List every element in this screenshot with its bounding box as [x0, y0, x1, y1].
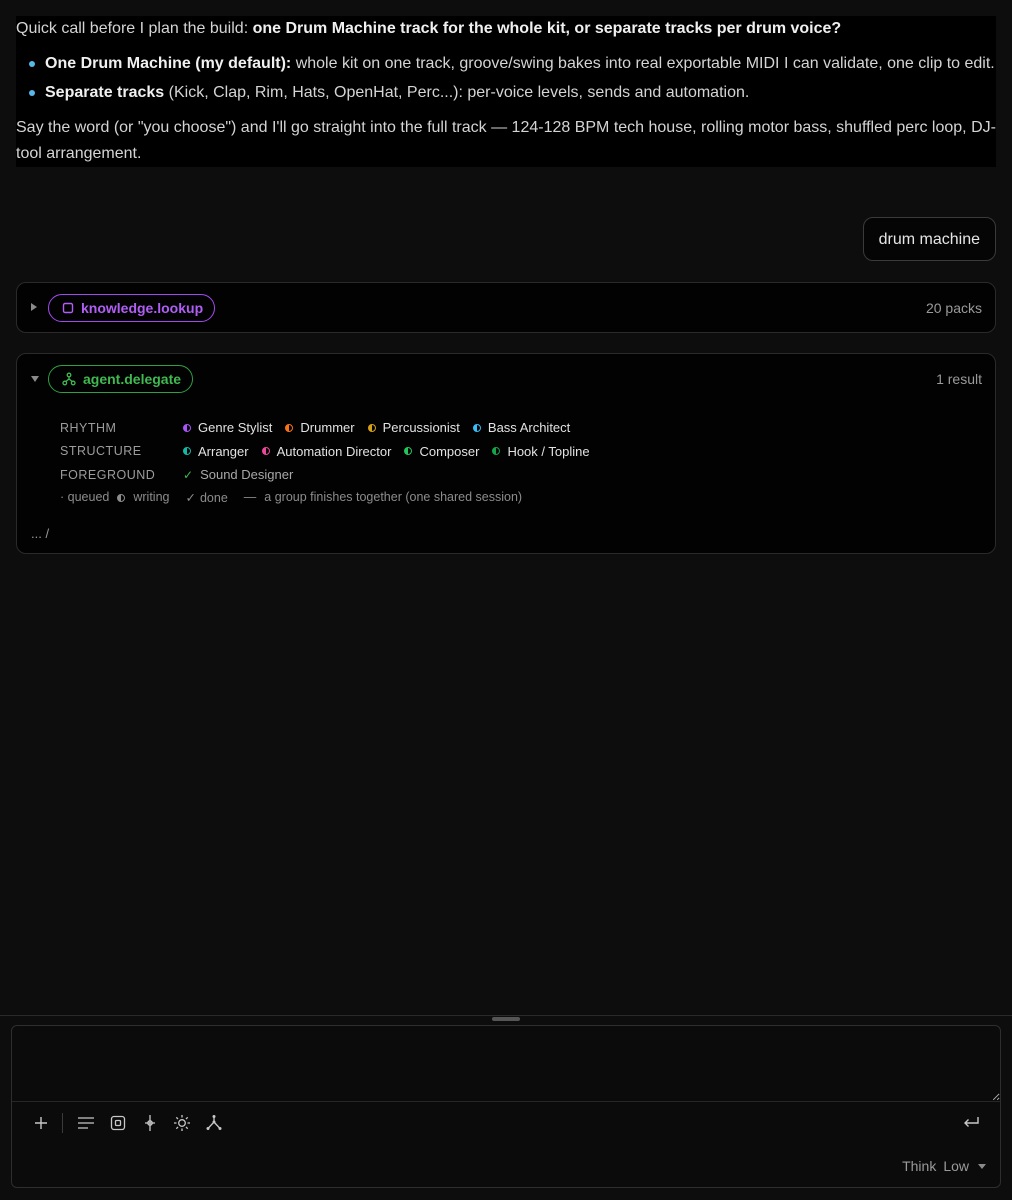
- agent-name: Bass Architect: [487, 420, 571, 436]
- think-label: Think: [902, 1158, 937, 1174]
- think-level: Low: [943, 1158, 969, 1174]
- assistant-message: Quick call before I plan the build: one …: [16, 16, 996, 167]
- agent-groups: RHYTHM Genre Stylist Drummer Percussioni…: [60, 416, 603, 505]
- square-target-icon[interactable]: [107, 1112, 129, 1134]
- agent-sound-designer: ✓ Sound Designer: [183, 467, 293, 482]
- group-row-rhythm: RHYTHM Genre Stylist Drummer Percussioni…: [60, 416, 603, 440]
- user-message: drum machine: [862, 217, 996, 261]
- status-legend: · queued writing ✓ done — a group finishe…: [60, 490, 603, 505]
- agent-arranger: Arranger: [183, 444, 249, 459]
- branch-icon: [62, 372, 76, 386]
- half-circle-icon: [492, 447, 501, 456]
- option-list: One Drum Machine (my default): whole kit…: [16, 51, 996, 106]
- legend-dash: —: [243, 490, 257, 504]
- intro-prefix: Quick call before I plan the build:: [16, 20, 253, 37]
- tool-summary: 1 result: [936, 371, 982, 387]
- tool-header[interactable]: knowledge.lookup 20 packs: [17, 283, 995, 333]
- option-item: Separate tracks (Kick, Clap, Rim, Hats, …: [29, 80, 996, 106]
- composer-divider: [0, 1015, 1012, 1016]
- think-level-selector[interactable]: Think Low: [902, 1158, 986, 1174]
- agent-composer: Composer: [404, 444, 479, 459]
- group-label: FOREGROUND: [60, 467, 156, 482]
- agent-name: Percussionist: [382, 420, 460, 436]
- message-input[interactable]: [12, 1026, 1000, 1102]
- legend-writing: writing: [117, 490, 177, 504]
- agent-percussionist: Percussionist: [367, 420, 460, 436]
- check-icon: ✓: [183, 467, 194, 482]
- lines-icon[interactable]: [75, 1112, 97, 1134]
- collapse-caret-icon[interactable]: [31, 376, 39, 382]
- tool-footer-path: ... /: [31, 526, 50, 541]
- option-title: One Drum Machine (my default):: [45, 55, 292, 72]
- tool-name-pill: agent.delegate: [48, 365, 194, 393]
- tool-name-pill: knowledge.lookup: [48, 294, 216, 322]
- group-label: STRUCTURE: [60, 444, 142, 459]
- square-icon: [62, 302, 74, 314]
- agent-name: Automation Director: [276, 443, 392, 459]
- option-text: (Kick, Clap, Rim, Hats, OpenHat, Perc...…: [164, 84, 750, 101]
- group-row-structure: STRUCTURE Arranger Automation Director C…: [60, 440, 603, 464]
- half-circle-icon: [367, 423, 376, 432]
- tool-name: knowledge.lookup: [81, 300, 204, 316]
- legend-done: ✓ done: [185, 490, 235, 505]
- legend-note: a group finishes together (one shared se…: [264, 490, 523, 504]
- agent-genre-stylist: Genre Stylist: [183, 420, 272, 435]
- half-circle-icon: [261, 447, 270, 456]
- option-item: One Drum Machine (my default): whole kit…: [29, 51, 996, 77]
- tool-call-knowledge-lookup: knowledge.lookup 20 packs: [16, 282, 996, 333]
- agent-name: Sound Designer: [200, 467, 294, 483]
- tool-header[interactable]: agent.delegate 1 result: [17, 354, 995, 404]
- intro-question: one Drum Machine track for the whole kit…: [252, 20, 842, 37]
- half-circle-icon: [285, 423, 294, 432]
- branch-icon[interactable]: [203, 1112, 225, 1134]
- intro-paragraph: Quick call before I plan the build: one …: [16, 16, 996, 42]
- half-circle-icon: [183, 447, 191, 456]
- composer-toolbar: [30, 1112, 235, 1134]
- send-enter-icon[interactable]: [960, 1112, 982, 1134]
- group-row-foreground: FOREGROUND ✓ Sound Designer: [60, 463, 603, 487]
- tool-name: agent.delegate: [83, 371, 182, 387]
- agent-name: Drummer: [300, 420, 355, 436]
- agent-name: Genre Stylist: [198, 420, 273, 436]
- chevron-down-icon: [978, 1163, 986, 1169]
- legend-writing-label: writing: [133, 490, 170, 504]
- composer: Think Low: [11, 1025, 1001, 1188]
- resize-handle[interactable]: [492, 1017, 520, 1021]
- tool-summary: 20 packs: [925, 300, 982, 316]
- half-circle-icon: [117, 493, 126, 502]
- toolbar-separator: [62, 1113, 63, 1133]
- legend-queued: · queued: [60, 490, 110, 504]
- sun-icon[interactable]: [171, 1112, 193, 1134]
- group-label: RHYTHM: [60, 420, 117, 435]
- agent-name: Arranger: [198, 443, 249, 459]
- outro-paragraph: Say the word (or "you choose") and I'll …: [16, 119, 996, 162]
- plus-icon[interactable]: [30, 1112, 52, 1134]
- agent-hook-topline: Hook / Topline: [492, 443, 590, 459]
- option-title: Separate tracks: [45, 84, 165, 101]
- check-icon: ✓: [185, 490, 196, 505]
- sparkle-icon[interactable]: [139, 1112, 161, 1134]
- half-circle-icon: [404, 447, 413, 456]
- agent-name: Hook / Topline: [507, 443, 590, 459]
- legend-done-label: done: [199, 490, 228, 505]
- half-circle-icon: [183, 423, 191, 432]
- option-text: whole kit on one track, groove/swing bak…: [291, 55, 995, 72]
- tool-call-agent-delegate: agent.delegate 1 result RHYTHM Genre Sty…: [16, 353, 996, 554]
- agent-drummer: Drummer: [285, 420, 355, 436]
- agent-name: Composer: [419, 443, 480, 459]
- half-circle-icon: [472, 423, 481, 432]
- expand-caret-icon[interactable]: [31, 303, 37, 311]
- agent-bass-architect: Bass Architect: [472, 420, 571, 436]
- agent-automation-director: Automation Director: [261, 443, 392, 459]
